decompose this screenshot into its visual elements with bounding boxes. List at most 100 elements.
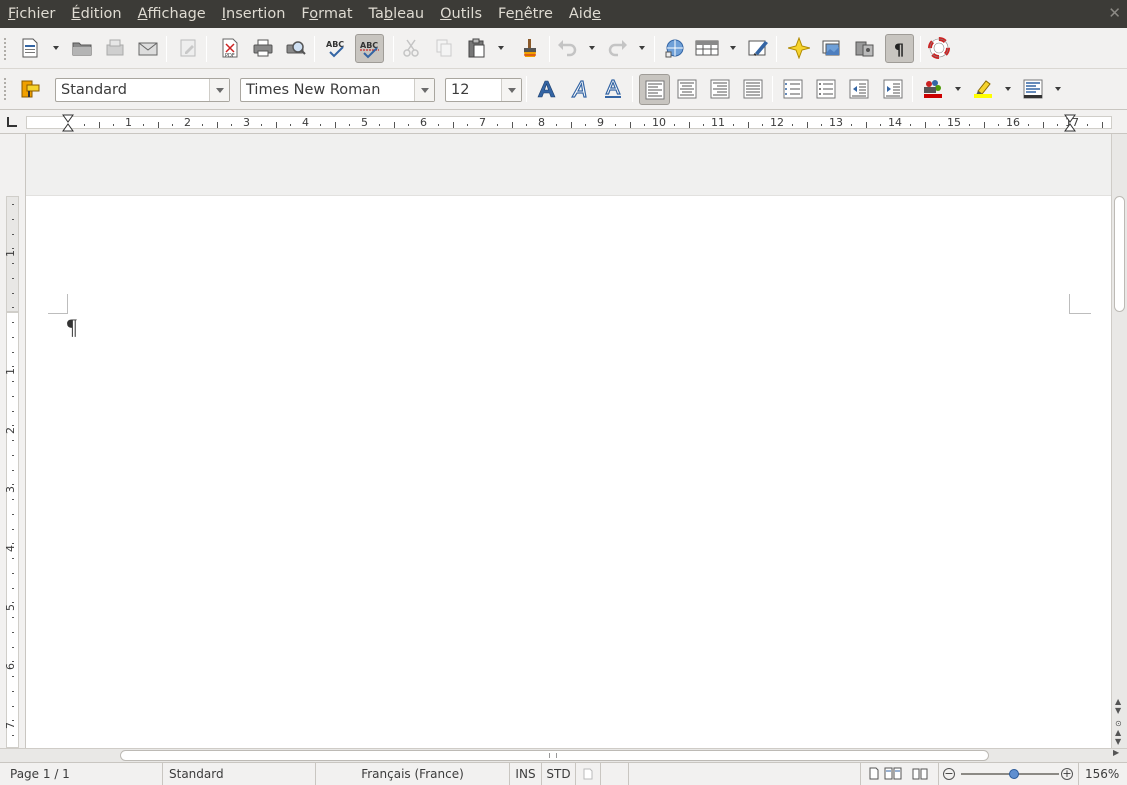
horizontal-ruler[interactable]: 1 2 3 4 5 6 7 8 9 10 11 12 13 14 15 16 17	[0, 112, 1127, 134]
print-preview-icon[interactable]	[283, 35, 309, 61]
highlighting-icon[interactable]	[970, 76, 996, 102]
page-indicator[interactable]: Page 1 / 1	[0, 763, 163, 785]
numbering-icon[interactable]	[780, 76, 806, 102]
toolbar-separator	[632, 76, 633, 102]
redo-icon[interactable]	[605, 35, 631, 61]
email-document-icon[interactable]	[135, 35, 161, 61]
chevron-down-icon[interactable]	[209, 79, 229, 101]
toolbar-separator	[912, 76, 913, 102]
print-icon[interactable]	[250, 35, 276, 61]
paragraph-style-select[interactable]: Standard	[55, 78, 230, 102]
bullets-icon[interactable]	[813, 76, 839, 102]
horizontal-scroll-thumb[interactable]	[120, 750, 989, 761]
new-document-icon[interactable]	[17, 35, 43, 61]
background-color-dropdown-arrow[interactable]	[1054, 76, 1062, 102]
background-color-icon[interactable]	[1020, 76, 1046, 102]
horizontal-scrollbar[interactable]: ▶	[0, 748, 1127, 762]
font-name-select[interactable]: Times New Roman	[240, 78, 435, 102]
decrease-indent-icon[interactable]	[846, 76, 872, 102]
scroll-arrows-icon[interactable]: ▲ ▼	[1115, 697, 1121, 715]
show-draw-functions-icon[interactable]	[745, 35, 771, 61]
formatting-marks-icon[interactable]: ¶	[885, 34, 914, 63]
navigator-icon[interactable]	[786, 35, 812, 61]
ruler-tick	[113, 124, 115, 126]
right-indent-marker-icon[interactable]	[1064, 114, 1076, 132]
menu-format[interactable]: Format	[293, 0, 360, 28]
page-navigation-icon[interactable]: ⊙ ▲ ▼	[1115, 719, 1122, 746]
scroll-right-arrow-icon[interactable]: ▶	[1113, 748, 1119, 757]
view-layout-book-icon[interactable]	[912, 767, 928, 783]
zoom-level[interactable]: 156%	[1085, 763, 1119, 785]
digital-signature-indicator[interactable]	[601, 763, 629, 785]
vertical-scroll-thumb[interactable]	[1114, 196, 1125, 312]
vertical-ruler[interactable]: 1 1 2 3 4 5 6 7	[0, 134, 26, 748]
align-right-icon[interactable]	[707, 76, 733, 102]
font-color-icon[interactable]	[920, 76, 946, 102]
menu-aide[interactable]: Aide	[561, 0, 609, 28]
data-sources-icon[interactable]	[852, 35, 878, 61]
paste-icon[interactable]	[464, 35, 490, 61]
left-indent-marker-icon[interactable]	[62, 114, 74, 132]
ruler-tick	[747, 122, 749, 128]
copy-icon[interactable]	[431, 35, 457, 61]
edit-file-icon[interactable]	[175, 35, 201, 61]
menu-insertion[interactable]: Insertion	[214, 0, 294, 28]
underline-icon[interactable]	[600, 76, 626, 102]
font-color-dropdown-arrow[interactable]	[954, 76, 962, 102]
spellcheck-icon[interactable]: ABC	[323, 35, 349, 61]
view-layout-multi-icon[interactable]	[884, 767, 904, 783]
new-dropdown-arrow[interactable]	[52, 35, 60, 61]
chevron-down-icon[interactable]	[501, 79, 521, 101]
zoom-out-icon[interactable]: −	[943, 768, 955, 780]
hyperlink-icon[interactable]	[661, 35, 687, 61]
menu-outils[interactable]: Outils	[432, 0, 490, 28]
font-size-select[interactable]: 12	[445, 78, 522, 102]
ruler-tick	[511, 122, 513, 128]
gallery-icon[interactable]	[819, 35, 845, 61]
paste-dropdown-arrow[interactable]	[497, 35, 505, 61]
increase-indent-icon[interactable]	[880, 76, 906, 102]
view-layout-single-icon[interactable]	[868, 767, 880, 783]
clone-formatting-icon[interactable]	[517, 35, 543, 61]
highlighting-dropdown-arrow[interactable]	[1004, 76, 1012, 102]
menu-fenetre[interactable]: Fenêtre	[490, 0, 561, 28]
align-left-icon[interactable]	[639, 74, 670, 105]
vertical-scrollbar[interactable]: ▲ ▼ ⊙ ▲ ▼	[1111, 134, 1127, 748]
help-lifebuoy-icon[interactable]	[926, 35, 952, 61]
close-document-icon[interactable]: ✕	[1108, 4, 1121, 22]
autospellcheck-icon[interactable]: ABC	[355, 34, 384, 63]
save-icon[interactable]	[102, 35, 128, 61]
align-center-icon[interactable]	[674, 76, 700, 102]
insert-mode-indicator[interactable]: INS	[510, 763, 542, 785]
export-pdf-icon[interactable]: PDF	[217, 35, 243, 61]
menu-affichage[interactable]: Affichage	[130, 0, 214, 28]
tab-stop-left-icon[interactable]	[7, 117, 17, 127]
toolbar-grip[interactable]	[4, 38, 7, 60]
selection-mode-indicator[interactable]: STD	[542, 763, 576, 785]
ruler-tick	[290, 124, 292, 126]
table-dropdown-arrow[interactable]	[729, 35, 737, 61]
paragraph-mark[interactable]: ¶	[67, 314, 77, 340]
open-folder-icon[interactable]	[69, 35, 95, 61]
document-modified-indicator[interactable]	[576, 763, 601, 785]
insert-table-icon[interactable]	[694, 35, 720, 61]
document-canvas[interactable]: ¶	[26, 134, 1111, 748]
language-indicator[interactable]: Français (France)	[316, 763, 510, 785]
bold-icon[interactable]	[533, 76, 559, 102]
zoom-in-icon[interactable]: +	[1061, 768, 1073, 780]
justify-icon[interactable]	[740, 76, 766, 102]
ruler-tick	[909, 124, 911, 126]
zoom-slider-thumb[interactable]	[1009, 769, 1019, 779]
undo-icon[interactable]	[554, 35, 580, 61]
redo-dropdown-arrow[interactable]	[638, 35, 646, 61]
styles-and-formatting-icon[interactable]	[17, 76, 43, 102]
chevron-down-icon[interactable]	[414, 79, 434, 101]
italic-icon[interactable]	[566, 76, 592, 102]
undo-dropdown-arrow[interactable]	[588, 35, 596, 61]
page-style-indicator[interactable]: Standard	[163, 763, 316, 785]
cut-icon[interactable]	[398, 35, 424, 61]
toolbar-grip[interactable]	[4, 78, 7, 100]
menu-tableau[interactable]: Tableau	[361, 0, 433, 28]
menu-fichier[interactable]: Fichier	[0, 0, 63, 28]
menu-edition[interactable]: Édition	[63, 0, 129, 28]
